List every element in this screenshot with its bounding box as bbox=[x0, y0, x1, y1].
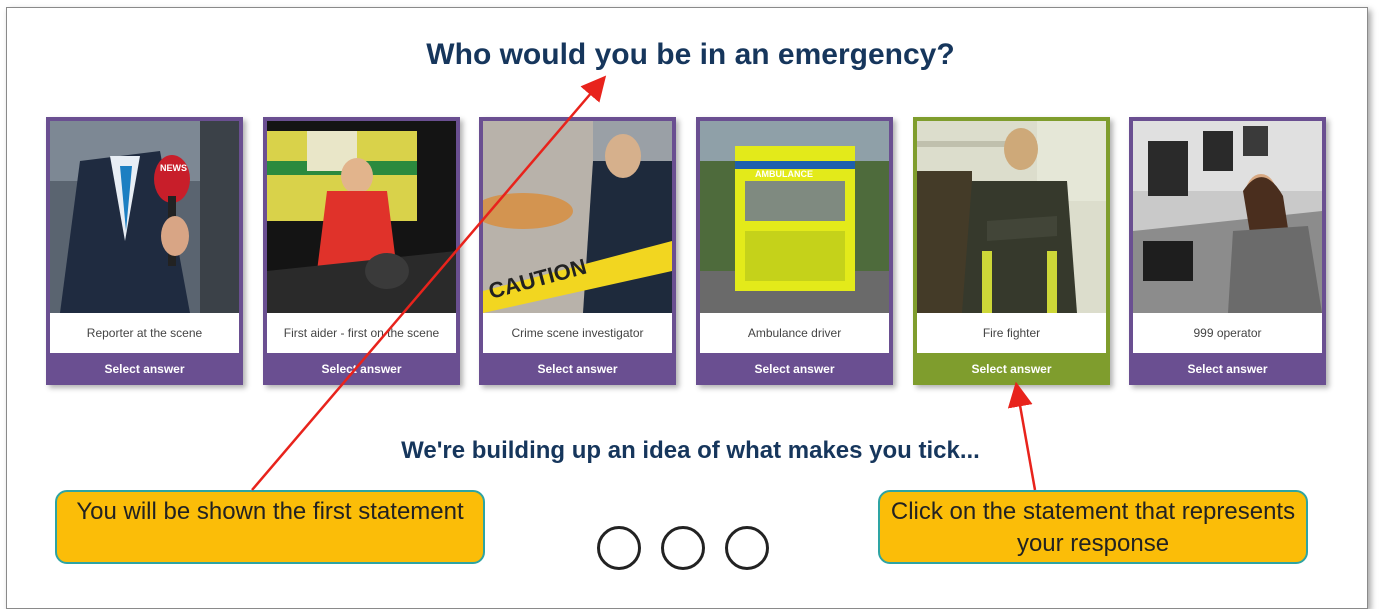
arrow-to-question bbox=[251, 75, 607, 491]
annotation-arrows bbox=[251, 75, 1037, 491]
arrow-to-select-answer bbox=[1007, 381, 1037, 491]
